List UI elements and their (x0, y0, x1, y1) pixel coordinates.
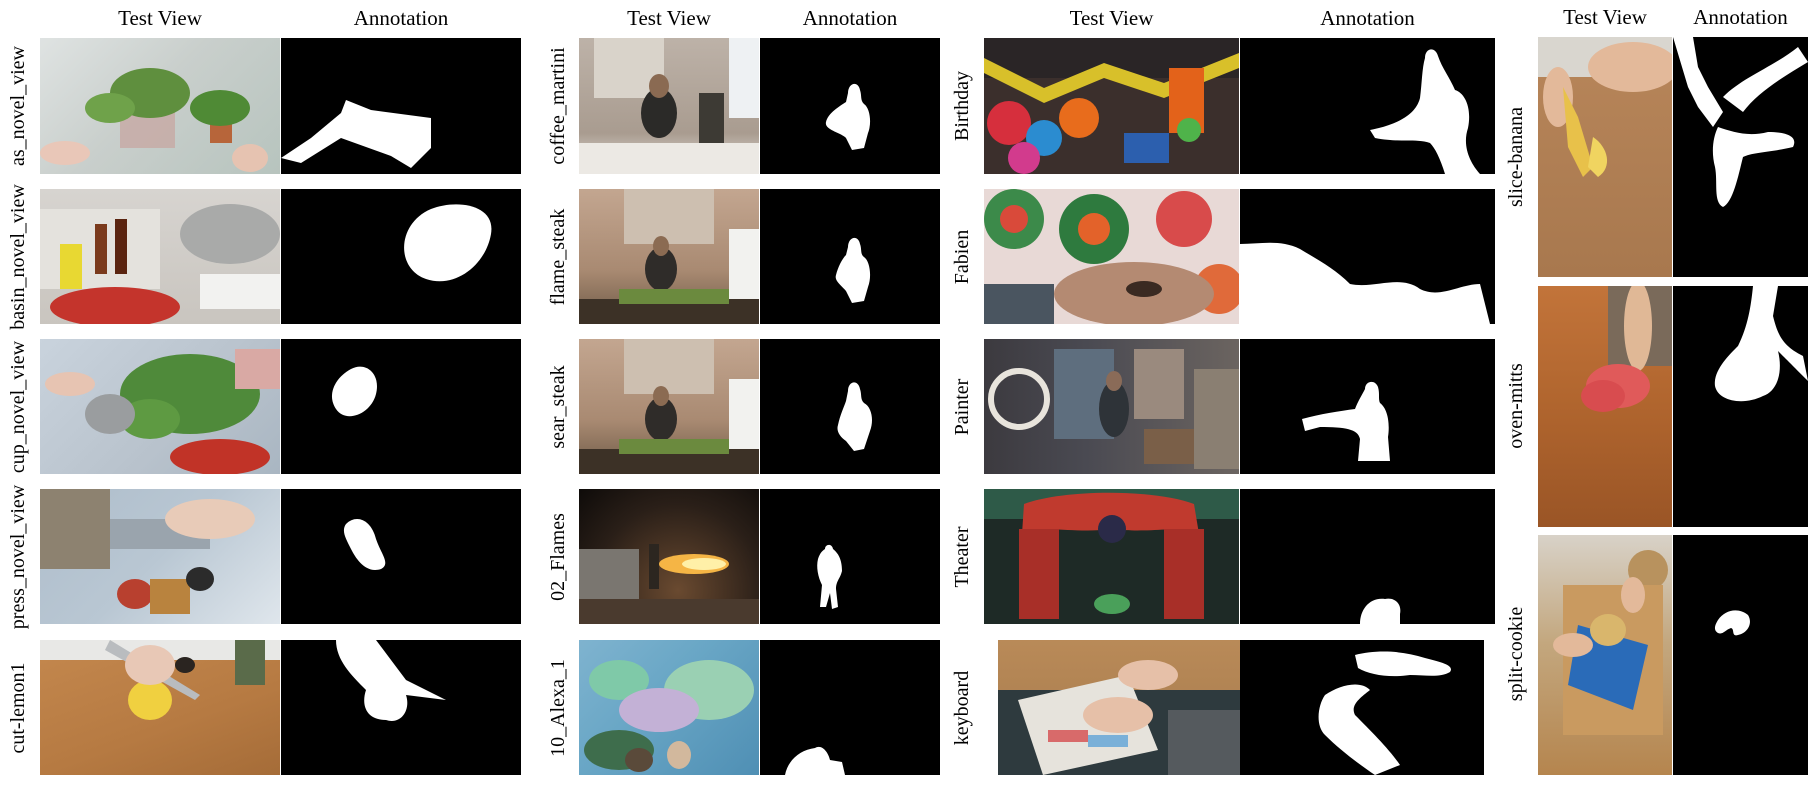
test-view-image (984, 489, 1239, 624)
test-view-image (579, 189, 759, 324)
annotation-mask (760, 189, 940, 324)
row-label: Fabien (951, 229, 973, 285)
row-label: split-cookie (1505, 606, 1527, 702)
test-view-image (579, 339, 759, 474)
annotation-mask (760, 640, 940, 775)
annotation-mask (760, 489, 940, 624)
test-view-image (40, 339, 280, 474)
annotation-mask (1240, 38, 1495, 174)
row-label: Birthday (951, 71, 973, 141)
annotation-mask (1673, 535, 1808, 775)
annotation-mask (1673, 286, 1808, 527)
annotation-mask (281, 489, 521, 624)
test-view-image (40, 38, 280, 174)
annotation-mask (281, 640, 521, 775)
test-view-image (1538, 37, 1672, 277)
row-label: press_novel_view (7, 484, 29, 630)
test-view-image (998, 640, 1240, 775)
test-view-image (579, 489, 759, 624)
test-view-image (40, 189, 280, 324)
row-label: 02_Flames (547, 513, 569, 601)
header-annotation: Annotation (1320, 6, 1415, 30)
header-annotation: Annotation (353, 6, 449, 30)
test-view-image (40, 489, 280, 624)
annotation-mask (281, 339, 521, 474)
row-label: oven-mitts (1505, 363, 1527, 449)
annotation-mask (1240, 640, 1484, 775)
test-view-image (984, 189, 1239, 324)
row-label: basin_novel_view (7, 184, 29, 330)
test-view-image (984, 38, 1239, 174)
header-test-view: Test View (1069, 6, 1154, 30)
header-annotation: Annotation (802, 6, 898, 30)
test-view-image (40, 640, 280, 775)
annotation-mask (1240, 339, 1495, 474)
row-label: cup_novel_view (7, 340, 29, 474)
annotation-mask (760, 38, 940, 174)
header-test-view: Test View (1563, 5, 1647, 29)
row-label: coffee_martini (547, 47, 569, 165)
row-label: Theater (951, 526, 973, 588)
row-label: slice-banana (1505, 107, 1527, 207)
test-view-image (1538, 286, 1672, 527)
annotation-mask (1240, 189, 1495, 324)
annotation-mask (281, 38, 521, 174)
test-view-image (579, 640, 759, 775)
annotation-mask (281, 189, 521, 324)
test-view-image (579, 38, 759, 174)
header-annotation: Annotation (1693, 5, 1788, 29)
row-label: Painter (951, 378, 973, 436)
test-view-image (984, 339, 1239, 474)
row-label: sear_steak (547, 365, 569, 449)
row-label: cut-lemon1 (7, 662, 29, 754)
row-label: keyboard (951, 670, 973, 746)
row-label: 10_Alexa_1 (547, 659, 569, 757)
test-view-image (1538, 535, 1672, 775)
annotation-mask (1240, 489, 1495, 624)
header-test-view: Test View (627, 6, 711, 30)
annotation-mask (760, 339, 940, 474)
header-test-view: Test View (118, 6, 202, 30)
annotation-mask (1673, 37, 1808, 277)
row-label: flame_steak (547, 208, 569, 306)
row-label: as_novel_view (7, 46, 29, 166)
